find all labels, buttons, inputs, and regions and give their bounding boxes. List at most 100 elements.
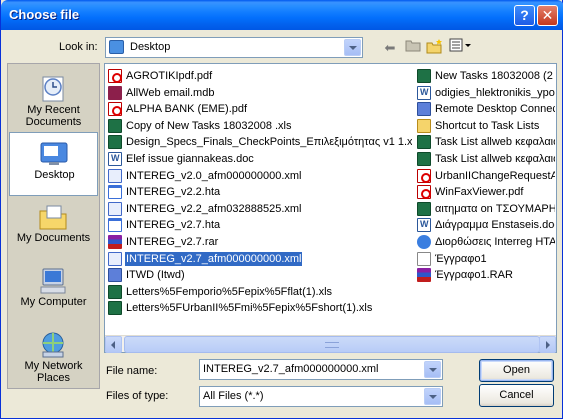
file-name: Διορθώσεις Interreg HTA [435, 235, 555, 248]
place-my-computer[interactable]: My Computer [9, 260, 98, 324]
pdf-file-icon [108, 102, 122, 117]
file-name: INTEREG_v2.7.rar [126, 235, 219, 248]
file-item[interactable]: INTEREG_v2.2.hta [108, 184, 412, 201]
file-list[interactable]: AGROTIKIpdf.pdf AllWeb email.mdb ALPHA B… [104, 63, 557, 353]
file-item[interactable]: INTEREG_v2.7.hta [108, 217, 412, 234]
file-item[interactable]: Letters%5Femporio%5Fepix%5Fflat(1).xls [108, 284, 412, 301]
help-button[interactable]: ? [514, 5, 535, 26]
scrollbar-thumb[interactable] [124, 336, 540, 353]
file-name: Elef issue giannakeas.doc [126, 152, 254, 165]
rar-file-icon [108, 234, 122, 249]
my-documents-icon [39, 205, 67, 230]
file-name: WinFaxViewer.pdf [435, 186, 524, 199]
scroll-right-button[interactable] [539, 336, 556, 353]
place-my-documents[interactable]: My Documents [9, 196, 98, 260]
look-in-dropdown[interactable]: Desktop [105, 37, 363, 58]
open-button-label: Open [503, 364, 530, 376]
file-name: Έγγραφο1.RAR [435, 269, 513, 282]
file-type-label: Files of type: [106, 390, 169, 402]
file-type-value: All Files (*.*) [203, 390, 264, 402]
file-item[interactable]: Task List allweb κεφαλαιο [417, 134, 555, 151]
file-name: INTEREG_v2.2.hta [126, 186, 221, 199]
views-menu-icon[interactable] [448, 38, 472, 58]
horizontal-scrollbar[interactable] [105, 335, 556, 353]
file-item[interactable]: Remote Desktop Connec [417, 101, 555, 118]
file-item[interactable]: INTEREG_v2.7.rar [108, 234, 412, 251]
file-type-dropdown[interactable]: All Files (*.*) [199, 386, 443, 407]
file-item[interactable]: odigies_hlektronikis_ypov [417, 85, 555, 102]
file-item[interactable]: UrbanIIChangeRequestA [417, 168, 555, 185]
place-desktop[interactable]: Desktop [9, 132, 98, 196]
place-label: My Network Places [24, 360, 83, 384]
new-folder-icon[interactable] [425, 38, 445, 58]
file-item[interactable]: Task List allweb κεφαλαιο [417, 151, 555, 168]
excel-file-icon [108, 135, 122, 150]
xml-file-icon [108, 168, 122, 183]
cancel-button[interactable]: Cancel [479, 384, 554, 407]
file-item[interactable]: INTEREG_v2.2_afm032888525.xml [108, 201, 412, 218]
file-item-selected[interactable]: INTEREG_v2.7_afm000000000.xml [108, 250, 412, 268]
file-item[interactable]: New Tasks 18032008 (2 [417, 68, 555, 85]
file-item[interactable]: Letters%5FUrbanII%5Fmi%5Fepix%5Fshort(1)… [108, 300, 412, 317]
place-my-network-places[interactable]: My Network Places [9, 324, 98, 388]
file-name-input[interactable]: INTEREG_v2.7_afm000000000.xml [199, 359, 443, 380]
place-label: Desktop [34, 169, 75, 181]
place-label: My Computer [20, 296, 87, 308]
file-column-2: New Tasks 18032008 (2 odigies_hlektronik… [417, 68, 555, 284]
file-name: New Tasks 18032008 (2 [435, 70, 553, 82]
word-file-icon [417, 218, 431, 233]
title-bar[interactable]: Choose file ? ✕ [1, 0, 563, 30]
file-item[interactable]: Έγγραφο1 [417, 251, 555, 268]
file-item[interactable]: ITWD (Itwd) [108, 267, 412, 284]
pdf-file-icon [108, 69, 122, 83]
file-item[interactable]: ALPHA BANK (EME).pdf [108, 101, 412, 118]
file-item[interactable]: Διορθώσεις Interreg HTA [417, 234, 555, 251]
file-item[interactable]: Design_Specs_Finals_CheckPoints_Επιλεξιμ… [108, 134, 412, 151]
file-item[interactable]: WinFaxViewer.pdf [417, 184, 555, 201]
scroll-left-button[interactable] [105, 336, 122, 353]
file-item[interactable]: Copy of New Tasks 18032008 .xls [108, 118, 412, 135]
file-item[interactable]: Elef issue giannakeas.doc [108, 151, 412, 168]
back-arrow-icon[interactable]: ⬅ [380, 38, 400, 58]
file-item[interactable]: AllWeb email.mdb [108, 85, 412, 102]
place-my-recent-documents[interactable]: My Recent Documents [9, 68, 98, 132]
excel-file-icon [417, 135, 431, 150]
close-button[interactable]: ✕ [537, 5, 558, 26]
word-file-icon [108, 151, 122, 166]
file-item[interactable]: INTEREG_v2.0_afm000000000.xml [108, 168, 412, 185]
file-name: Διάγραμμα Enstaseis.doc [435, 219, 555, 232]
chevron-down-icon[interactable] [424, 388, 441, 405]
file-name: INTEREG_v2.2_afm032888525.xml [126, 202, 302, 215]
file-name-value: INTEREG_v2.7_afm000000000.xml [203, 363, 379, 375]
look-in-value: Desktop [130, 41, 171, 53]
file-name: Task List allweb κεφαλαιο [435, 152, 555, 165]
file-item[interactable]: Διάγραμμα Enstaseis.doc [417, 217, 555, 234]
file-item[interactable]: Shortcut to Task Lists [417, 118, 555, 135]
file-name: INTEREG_v2.0_afm000000000.xml [126, 169, 302, 182]
cancel-button-label: Cancel [499, 389, 534, 401]
recent-documents-icon [42, 76, 64, 102]
file-name: Letters%5FUrbanII%5Fmi%5Fepix%5Fshort(1)… [126, 302, 373, 315]
remote-desktop-icon [108, 268, 122, 283]
shortcut-icon [417, 118, 431, 133]
file-item[interactable]: Έγγραφο1.RAR [417, 267, 555, 284]
excel-file-icon [108, 301, 122, 316]
grip-icon [325, 342, 339, 348]
xml-file-icon [108, 251, 122, 266]
chevron-down-icon[interactable] [344, 39, 361, 56]
file-name: αιτηματα on ΤΣΟΥΜΑΡΗ . [435, 202, 555, 215]
file-name: INTEREG_v2.7_afm000000000.xml [123, 250, 304, 267]
pdf-file-icon [417, 168, 431, 183]
excel-file-icon [108, 284, 122, 299]
up-folder-icon[interactable] [403, 38, 423, 58]
file-name: Copy of New Tasks 18032008 .xls [126, 119, 292, 132]
excel-file-icon [417, 201, 431, 216]
open-button[interactable]: Open [479, 359, 554, 382]
file-name: INTEREG_v2.7.hta [126, 219, 221, 232]
file-item[interactable]: αιτηματα on ΤΣΟΥΜΑΡΗ . [417, 201, 555, 218]
hta-file-icon [108, 218, 122, 233]
chevron-down-icon[interactable] [424, 361, 441, 378]
file-item[interactable]: AGROTIKIpdf.pdf [108, 68, 412, 85]
excel-file-icon [417, 151, 431, 166]
dialog-title: Choose file [9, 7, 80, 22]
